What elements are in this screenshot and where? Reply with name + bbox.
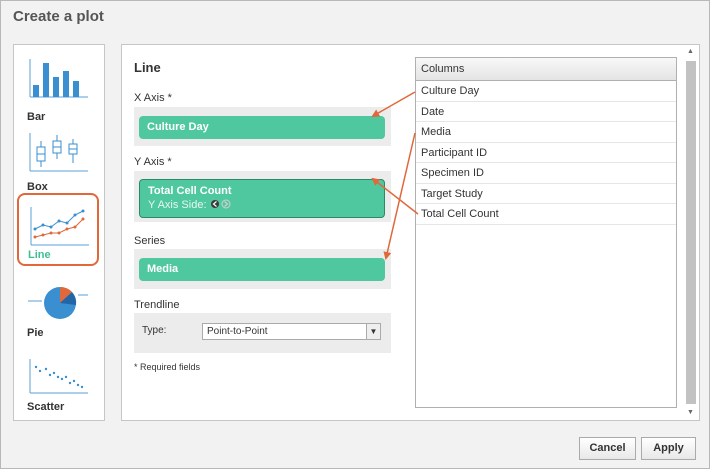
- line-chart-icon: [30, 207, 89, 246]
- trendline-type-label: Type:: [142, 325, 167, 336]
- y-axis-side-toggle[interactable]: [210, 199, 232, 209]
- scroll-down-icon[interactable]: ▼: [683, 407, 698, 419]
- plot-type-pie[interactable]: Pie: [14, 281, 104, 353]
- plot-type-line[interactable]: Line: [17, 193, 99, 266]
- plot-type-sidebar: Bar Box Line Pie Scatter: [13, 44, 105, 421]
- y-axis-field-chip[interactable]: Total Cell Count Y Axis Side:: [139, 179, 385, 218]
- y-axis-field-name: Total Cell Count: [148, 185, 232, 197]
- y-axis-side-row: Y Axis Side:: [148, 199, 384, 211]
- trendline-label: Trendline: [134, 299, 180, 311]
- series-label: Series: [134, 235, 166, 247]
- trendline-type-select[interactable]: Point-to-Point ▼: [202, 323, 381, 340]
- column-item-culture-day[interactable]: Culture Day: [416, 81, 676, 102]
- scatter-plot-icon: [29, 359, 88, 394]
- cancel-button[interactable]: Cancel: [579, 437, 636, 460]
- column-item-specimen-id[interactable]: Specimen ID: [416, 163, 676, 184]
- plot-type-box[interactable]: Box: [14, 129, 104, 201]
- pie-chart-icon: [28, 286, 88, 319]
- required-fields-note: * Required fields: [134, 362, 201, 372]
- trendline-panel: Type: Point-to-Point ▼: [134, 313, 391, 353]
- y-axis-label: Y Axis *: [134, 156, 172, 168]
- y-axis-dropzone[interactable]: Total Cell Count Y Axis Side:: [134, 171, 391, 222]
- x-axis-label: X Axis *: [134, 92, 172, 104]
- plot-type-label: Line: [28, 249, 51, 261]
- columns-header: Columns: [416, 58, 676, 81]
- chevron-down-icon[interactable]: ▼: [366, 324, 380, 339]
- bar-chart-icon: [29, 59, 88, 98]
- plot-type-bar[interactable]: Bar: [14, 55, 104, 127]
- column-item-target-study[interactable]: Target Study: [416, 184, 676, 204]
- scrollbar-thumb[interactable]: [686, 61, 696, 404]
- column-item-total-cell-count[interactable]: Total Cell Count: [416, 204, 676, 225]
- box-plot-icon: [29, 133, 88, 172]
- column-item-participant-id[interactable]: Participant ID: [416, 143, 676, 163]
- plot-type-label: Box: [27, 181, 48, 193]
- y-axis-side-label: Y Axis Side:: [148, 199, 207, 211]
- x-axis-field-chip[interactable]: Culture Day: [139, 116, 385, 139]
- columns-list: Columns Culture Day Date Media Participa…: [415, 57, 677, 408]
- left-side-icon: [210, 200, 219, 208]
- right-side-icon: [221, 199, 231, 209]
- apply-button[interactable]: Apply: [641, 437, 696, 460]
- dialog-title: Create a plot: [13, 8, 104, 25]
- column-item-media[interactable]: Media: [416, 122, 676, 143]
- plot-type-title: Line: [134, 60, 161, 75]
- series-field-chip[interactable]: Media: [139, 258, 385, 281]
- plot-type-label: Scatter: [27, 401, 65, 413]
- plot-type-scatter[interactable]: Scatter: [14, 355, 104, 427]
- vertical-scrollbar[interactable]: ▲ ▼: [683, 46, 698, 419]
- column-item-date[interactable]: Date: [416, 102, 676, 122]
- trendline-type-value: Point-to-Point: [207, 326, 268, 337]
- plot-type-label: Bar: [27, 111, 46, 123]
- series-dropzone[interactable]: Media: [134, 249, 391, 289]
- x-axis-dropzone[interactable]: Culture Day: [134, 107, 391, 146]
- plot-type-label: Pie: [27, 327, 44, 339]
- scroll-up-icon[interactable]: ▲: [683, 46, 698, 58]
